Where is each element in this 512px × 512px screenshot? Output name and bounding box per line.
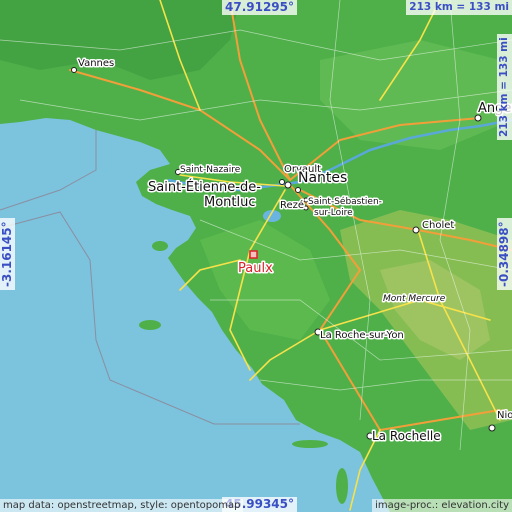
ile-de-re: [292, 440, 328, 448]
ile-d-yeu: [139, 320, 161, 330]
west-longitude-label: -3.16145°: [0, 218, 15, 290]
location-marker[interactable]: [249, 250, 258, 259]
label-la-rochelle: La Rochelle: [372, 429, 441, 443]
label-la-roche-sur-yon: La Roche-sur-Yon: [320, 330, 404, 341]
topographic-map[interactable]: Vannes Angers Orvault Nantes Saint-Nazai…: [0, 0, 512, 512]
label-niort: Nio: [497, 410, 512, 421]
label-saint-etienne-line2: Montluc: [204, 195, 256, 210]
ile-de-noirmoutier: [152, 241, 168, 251]
east-longitude-label: -0.34898°: [497, 218, 512, 290]
label-cholet: Cholet: [422, 220, 454, 231]
image-attribution: image-proc.: elevation.city: [372, 499, 512, 512]
label-saint-etienne-line1: Saint-Étienne-de-: [148, 179, 261, 195]
label-paulx: Paulx: [238, 261, 273, 276]
label-saint-sebastien-line2: sur-Loire: [314, 208, 353, 218]
scale-vertical-label: 213 km = 133 mi: [497, 34, 512, 140]
label-nantes: Nantes: [298, 170, 347, 186]
label-saint-sebastien-line1: Saint-Sébastien-: [308, 196, 382, 207]
label-mont-mercure: Mont Mercure: [383, 294, 446, 304]
north-latitude-label: 47.91295°: [222, 0, 298, 15]
label-saint-nazaire: Saint-Nazaire: [180, 165, 241, 175]
map-attribution: map data: openstreetmap, style: opentopo…: [0, 499, 244, 512]
scale-horizontal-label: 213 km = 133 mi: [406, 0, 512, 15]
ile-d-oleron: [336, 468, 348, 504]
label-reze: Rezé: [280, 199, 304, 211]
label-vannes: Vannes: [78, 58, 114, 69]
